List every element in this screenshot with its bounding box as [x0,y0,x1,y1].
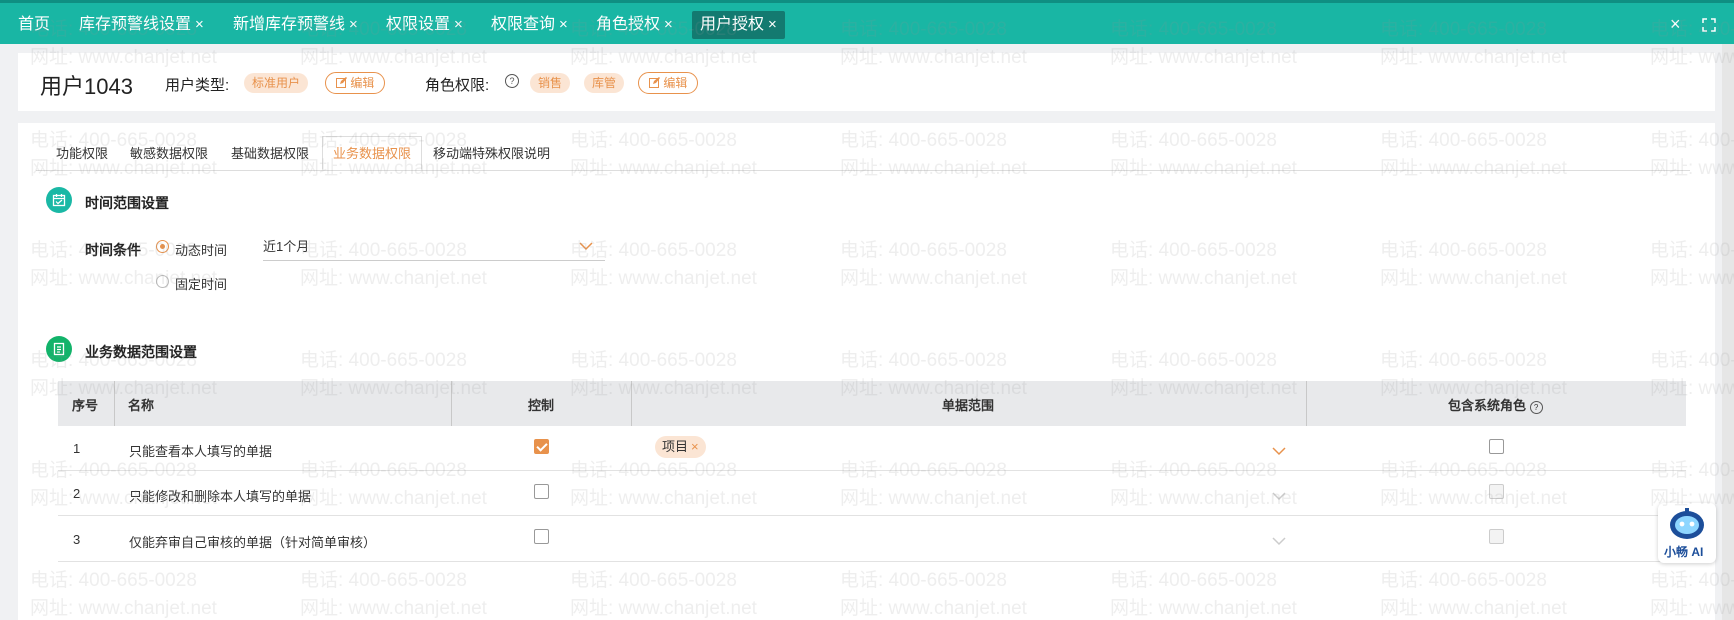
column-divider[interactable] [114,381,115,426]
role-permission-label: 角色权限: [425,77,490,94]
question-circle-icon[interactable]: ? [505,74,519,88]
role-tag-sales: 销售 [530,73,571,93]
edit-icon [649,76,663,90]
row-index: 1 [73,441,81,456]
include-system-role-checkbox [1489,484,1504,499]
tab-home[interactable]: 首页 [10,11,58,39]
row-index: 3 [73,532,81,547]
column-divider[interactable] [1306,381,1307,426]
tab-label: 角色授权 [596,16,661,33]
user-name: 用户1043 [40,74,133,99]
tab-sensitive-data-permission[interactable]: 敏感数据权限 [130,143,208,162]
business-section-title: 业务数据范围设置 [85,344,197,360]
radio-fixed-time[interactable] [156,275,169,288]
control-checkbox[interactable] [534,439,549,454]
calendar-icon [46,187,72,213]
control-checkbox[interactable] [534,484,549,499]
column-divider[interactable] [631,381,632,426]
tab-new-inventory-warning[interactable]: 新增库存预警线 × [225,11,366,39]
include-system-role-checkbox[interactable] [1489,439,1504,454]
scrollbar[interactable] [1722,44,1734,620]
close-icon[interactable]: × [691,439,699,454]
question-circle-icon[interactable]: ? [1529,401,1543,414]
edit-label: 编辑 [663,76,688,90]
column-header-scope: 单据范围 [942,398,995,413]
radio-dynamic-time[interactable] [156,240,169,253]
column-header-name: 名称 [128,398,155,413]
tab-basic-data-permission[interactable]: 基础数据权限 [231,143,309,162]
chevron-down-icon [1272,488,1286,506]
column-header-include-system-role: 包含系统角色 ? [1448,395,1543,414]
scope-chip-label: 项目 [662,439,689,454]
fullscreen-icon[interactable] [1702,16,1716,37]
close-icon[interactable]: × [454,16,463,33]
column-header-control: 控制 [528,398,555,413]
control-checkbox[interactable] [534,529,549,544]
row-divider [58,515,1686,516]
scope-chip[interactable]: 项目 × [655,436,706,458]
radio-fixed-time-label: 固定时间 [175,277,228,292]
chevron-down-icon [1272,533,1286,551]
row-divider [58,470,1686,471]
tab-label: 库存预警线设置 [79,16,192,33]
tab-mobile-special-permission[interactable]: 移动端特殊权限说明 [433,143,550,162]
close-icon[interactable]: × [349,16,358,33]
ai-assistant-label: 小畅 AI [1664,545,1704,559]
tab-role-authorization[interactable]: 角色授权 × [588,11,681,39]
document-icon [46,336,72,362]
tab-business-data-permission[interactable]: 业务数据权限 [322,136,423,170]
user-header-card: 用户1043 用户类型: 标准用户 编辑 角色权限: ? 销售 库管 编辑 [18,53,1715,111]
user-type-label: 用户类型: [165,77,230,94]
row-name: 只能查看本人填写的单据 [129,444,273,459]
table-header: 序号 名称 控制 单据范围 包含系统角色 ? [58,381,1686,426]
edit-role-button[interactable]: 编辑 [638,72,699,94]
chevron-down-icon [579,236,593,258]
tab-label: 权限查询 [491,16,556,33]
role-tag-warehouse: 库管 [584,73,625,93]
time-range-select[interactable]: 近1个月 [263,236,605,261]
edit-user-type-button[interactable]: 编辑 [325,72,386,94]
row-name: 只能修改和删除本人填写的单据 [129,489,312,504]
ai-assistant-button[interactable]: 小畅 AI [1658,503,1716,563]
tab-inventory-warning[interactable]: 库存预警线设置 × [71,11,212,39]
tab-permission-query[interactable]: 权限查询 × [483,11,576,39]
time-section-title: 时间范围设置 [85,195,169,211]
row-divider [58,561,1686,562]
user-type-tag: 标准用户 [244,73,309,93]
tab-label: 用户授权 [700,16,765,33]
tab-function-permission[interactable]: 功能权限 [56,143,108,162]
tab-permission-settings[interactable]: 权限设置 × [378,11,471,39]
column-header-label: 包含系统角色 [1448,398,1527,413]
top-tab-bar: 首页 库存预警线设置 × 新增库存预警线 × 权限设置 × 权限查询 × 角色授权 × 用… [0,0,1734,44]
column-divider[interactable] [451,381,452,426]
time-range-value: 近1个月 [263,239,310,254]
include-system-role-checkbox [1489,529,1504,544]
tab-user-authorization[interactable]: 用户授权 × [692,11,785,39]
close-icon[interactable]: × [195,16,204,33]
edit-label: 编辑 [350,76,375,90]
tab-label: 权限设置 [386,16,451,33]
tab-label: 新增库存预警线 [233,16,346,33]
chevron-down-icon[interactable] [1272,443,1286,461]
tab-label: 首页 [18,16,51,33]
edit-icon [336,76,350,90]
time-condition-label: 时间条件 [85,242,141,258]
column-header-index: 序号 [72,398,99,413]
close-icon[interactable]: × [664,16,673,33]
close-window-icon[interactable]: × [1670,14,1681,35]
close-icon[interactable]: × [768,16,777,33]
row-name: 仅能弃审自己审核的单据（针对简单审核） [129,535,377,550]
radio-dynamic-time-label: 动态时间 [175,243,228,258]
row-index: 2 [73,486,81,501]
robot-icon [1667,507,1707,546]
close-icon[interactable]: × [559,16,568,33]
